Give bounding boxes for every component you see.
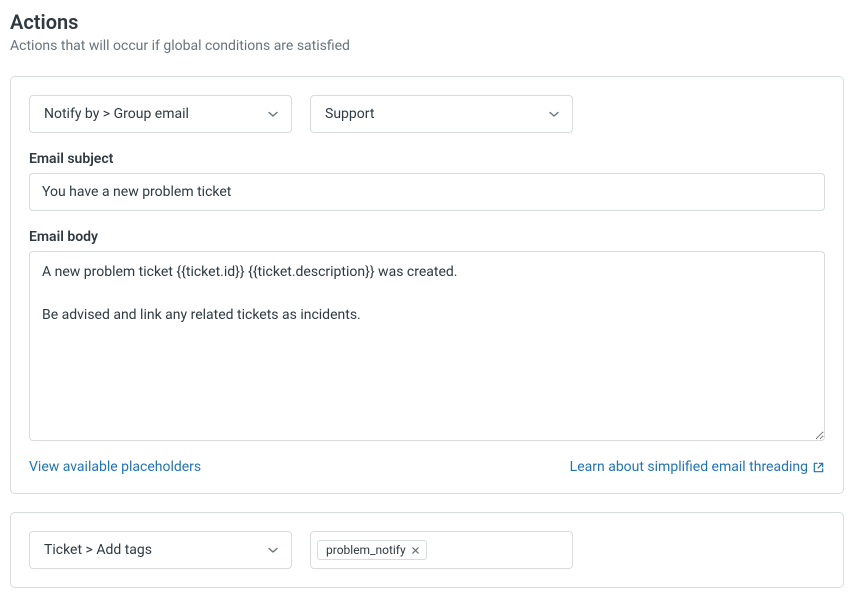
group-select-value: Support (325, 106, 374, 122)
action-type-select-value: Notify by > Group email (44, 106, 189, 122)
page-title: Actions (10, 10, 844, 34)
tag-chip: problem_notify (317, 540, 427, 560)
group-select[interactable]: Support (310, 95, 573, 133)
external-link-icon (812, 461, 825, 474)
action-card-notify: Notify by > Group email Support Email su… (10, 76, 844, 494)
action-type-select-value: Ticket > Add tags (44, 542, 152, 558)
email-body-textarea[interactable] (29, 251, 825, 441)
tags-input[interactable]: problem_notify (310, 531, 573, 569)
view-placeholders-link[interactable]: View available placeholders (29, 459, 201, 475)
action-type-select[interactable]: Notify by > Group email (29, 95, 292, 133)
chevron-down-icon (548, 108, 560, 120)
threading-link[interactable]: Learn about simplified email threading (570, 459, 825, 475)
email-subject-input[interactable] (29, 173, 825, 211)
action-card-tags: Ticket > Add tags problem_notify (10, 512, 844, 588)
email-body-label: Email body (29, 229, 825, 245)
remove-tag-button[interactable] (411, 546, 420, 555)
chevron-down-icon (267, 108, 279, 120)
chevron-down-icon (267, 544, 279, 556)
tag-chip-label: problem_notify (326, 543, 406, 557)
page-subtitle: Actions that will occur if global condit… (10, 38, 844, 54)
email-subject-label: Email subject (29, 151, 825, 167)
action-type-select[interactable]: Ticket > Add tags (29, 531, 292, 569)
threading-link-label: Learn about simplified email threading (570, 459, 808, 475)
